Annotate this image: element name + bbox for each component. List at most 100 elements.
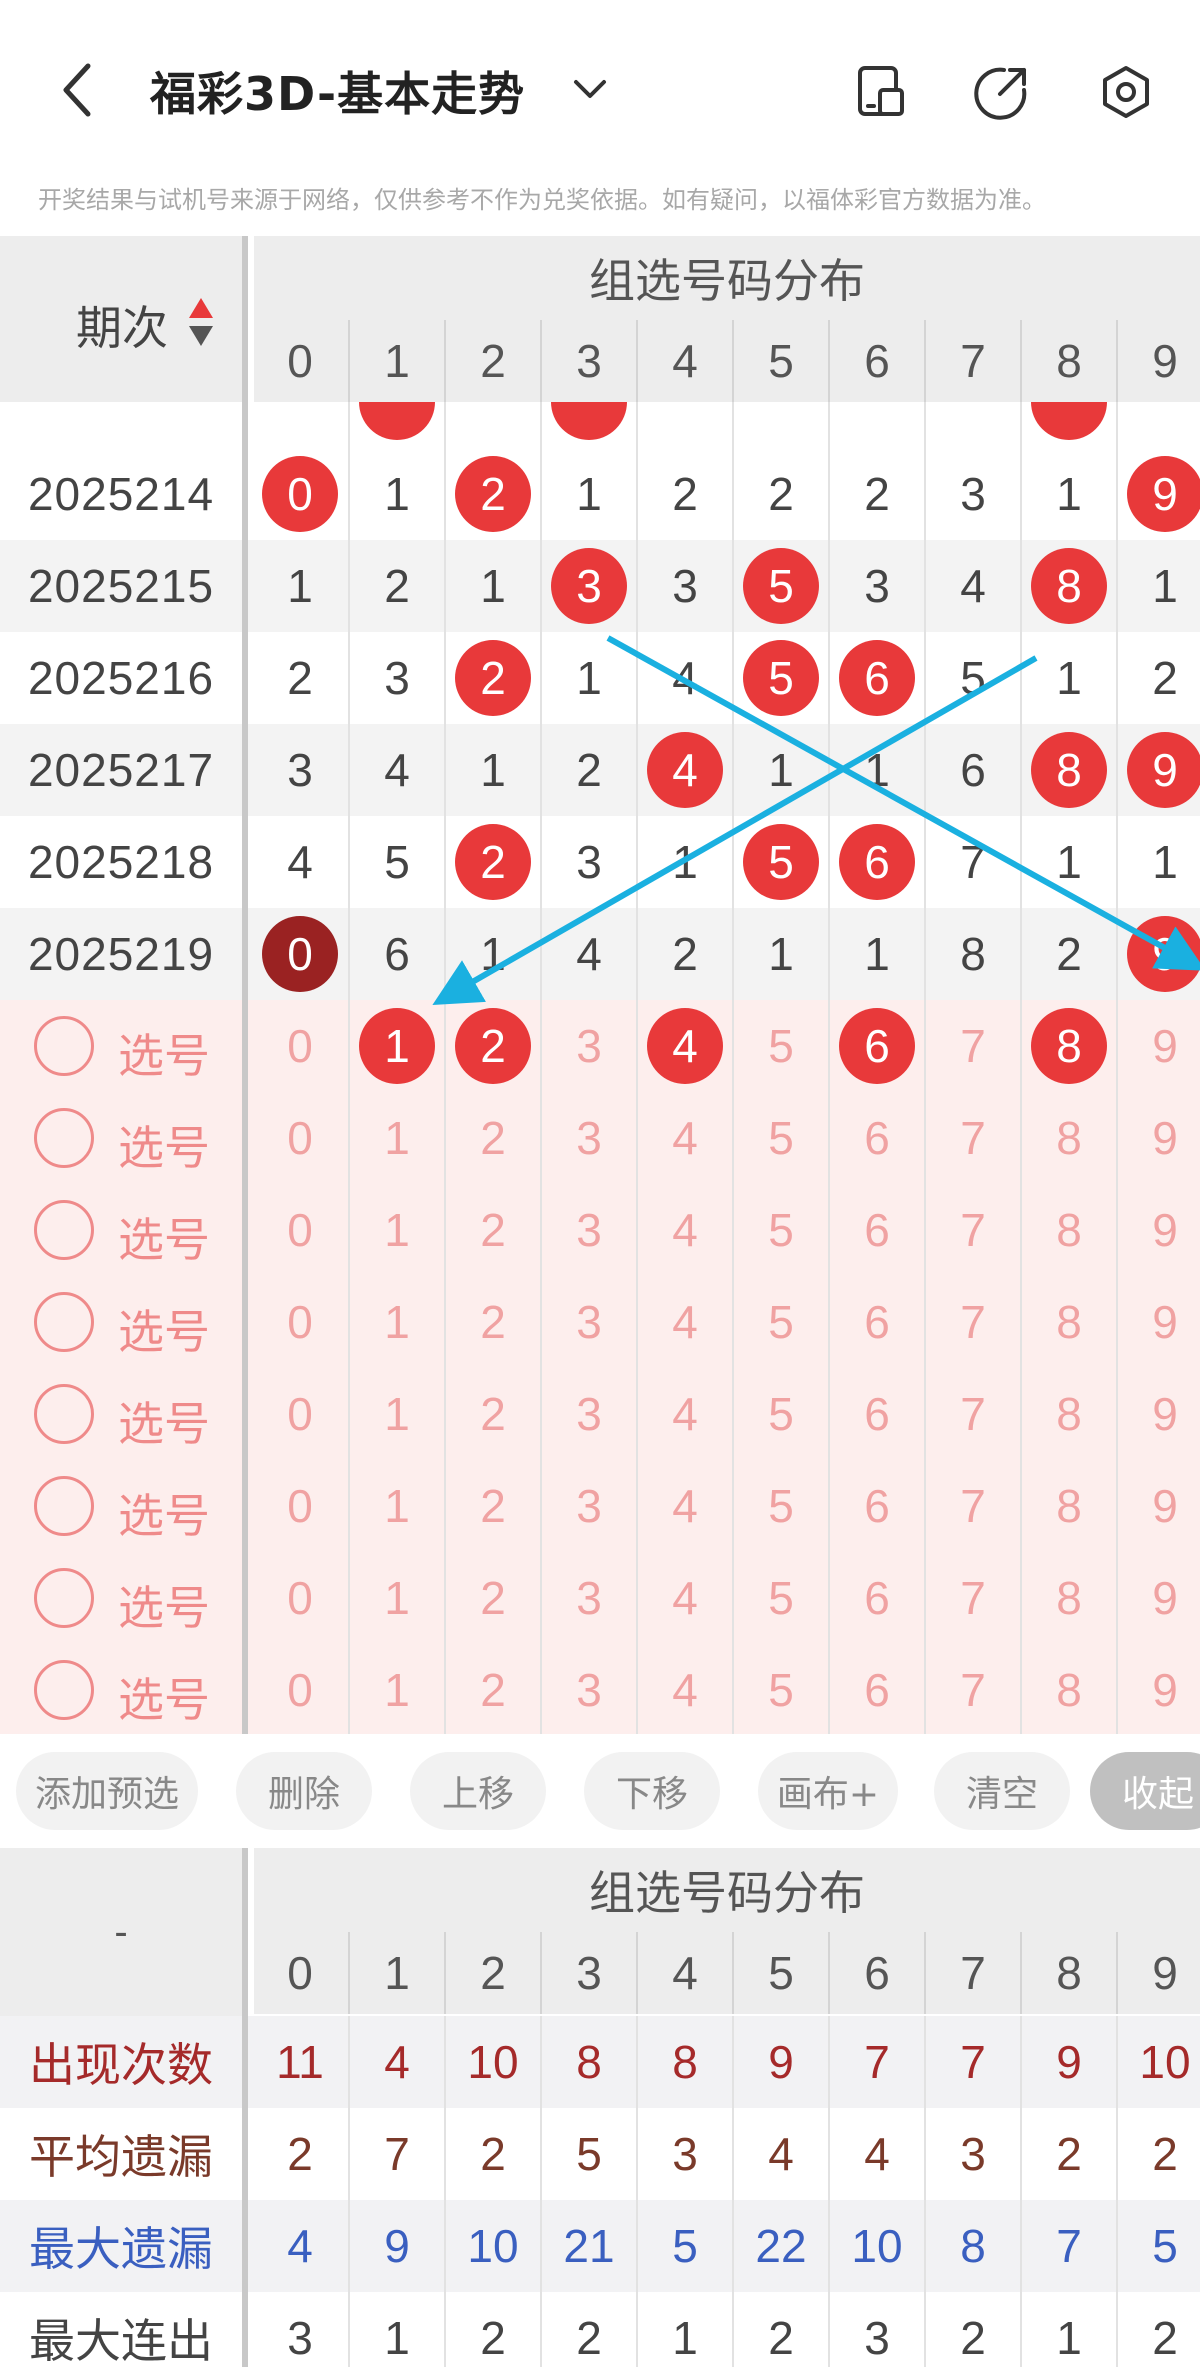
grid-cell[interactable]: 7 [924, 1184, 1020, 1276]
select-radio[interactable] [34, 1568, 94, 1628]
grid-cell[interactable]: 6 [828, 1184, 924, 1276]
grid-cell[interactable]: 0 [252, 1644, 348, 1734]
grid-cell[interactable]: 5 [732, 1276, 828, 1368]
grid-cell[interactable]: 6 [828, 1552, 924, 1644]
phone-button[interactable] [852, 62, 912, 122]
canvas-plus-button[interactable]: 画布+ [758, 1752, 898, 1830]
grid-cell[interactable]: 0 [252, 1552, 348, 1644]
grid-cell[interactable]: 7 [924, 1644, 1020, 1734]
grid-cell[interactable]: 7 [924, 1460, 1020, 1552]
grid-cell[interactable]: 1 [348, 1644, 444, 1734]
grid-cell[interactable]: 4 [636, 1552, 732, 1644]
grid-cell[interactable]: 3 [540, 1552, 636, 1644]
grid-cell[interactable]: 4 [636, 1644, 732, 1734]
grid-cell[interactable]: 4 [636, 1460, 732, 1552]
select-radio[interactable] [34, 1660, 94, 1720]
grid-cell[interactable]: 0 [252, 1368, 348, 1460]
select-row-label[interactable]: 选号 [0, 1276, 248, 1368]
collapse-button[interactable]: 收起 [1090, 1752, 1200, 1830]
grid-cell[interactable]: 3 [540, 1092, 636, 1184]
grid-cell[interactable]: 6 [828, 1276, 924, 1368]
grid-cell[interactable]: 2 [444, 1644, 540, 1734]
grid-cell[interactable]: 6 [828, 1460, 924, 1552]
select-row-label[interactable]: 选号 [0, 1368, 248, 1460]
grid-cell[interactable]: 0 [252, 1092, 348, 1184]
select-row-label[interactable]: 选号 [0, 1092, 248, 1184]
grid-cell[interactable]: 8 [1020, 1460, 1116, 1552]
grid-cell[interactable]: 0 [252, 1184, 348, 1276]
grid-cell[interactable]: 9 [1116, 1092, 1200, 1184]
grid-cell[interactable]: 9 [1116, 1276, 1200, 1368]
grid-cell[interactable]: 2 [444, 1184, 540, 1276]
grid-cell[interactable]: 7 [924, 1276, 1020, 1368]
grid-cell[interactable]: 9 [1116, 1460, 1200, 1552]
grid-cell[interactable]: 0 [252, 1000, 348, 1092]
grid-cell[interactable]: 5 [732, 1184, 828, 1276]
select-row-label[interactable]: 选号 [0, 1644, 248, 1734]
grid-cell[interactable]: 8 [1020, 1092, 1116, 1184]
grid-cell[interactable]: 2 [444, 1460, 540, 1552]
grid-cell[interactable]: 5 [732, 1552, 828, 1644]
grid-cell[interactable]: 5 [732, 1460, 828, 1552]
grid-cell[interactable]: 1 [348, 1552, 444, 1644]
grid-cell[interactable]: 4 [636, 1368, 732, 1460]
grid-cell[interactable]: 4 [636, 1184, 732, 1276]
move-up-button[interactable]: 上移 [410, 1752, 546, 1830]
grid-cell[interactable]: 3 [540, 1368, 636, 1460]
grid-cell[interactable]: 1 [348, 1368, 444, 1460]
grid-cell[interactable]: 2 [444, 1552, 540, 1644]
settings-button[interactable] [1096, 62, 1156, 122]
grid-cell[interactable]: 8 [1020, 1552, 1116, 1644]
grid-cell[interactable]: 3 [540, 1460, 636, 1552]
issue-column-header[interactable]: 期次 [0, 236, 248, 402]
clear-button[interactable]: 清空 [934, 1752, 1070, 1830]
grid-cell[interactable]: 6 [828, 1644, 924, 1734]
grid-cell[interactable]: 4 [636, 1276, 732, 1368]
grid-cell[interactable]: 7 [924, 1368, 1020, 1460]
grid-cell[interactable]: 0 [252, 1276, 348, 1368]
grid-cell[interactable]: 5 [732, 1000, 828, 1092]
page-title[interactable]: 福彩3D-基本走势 [150, 58, 525, 124]
grid-cell[interactable]: 3 [540, 1000, 636, 1092]
select-radio[interactable] [34, 1292, 94, 1352]
grid-cell[interactable]: 5 [732, 1368, 828, 1460]
grid-cell[interactable]: 4 [636, 1092, 732, 1184]
grid-cell[interactable]: 9 [1116, 1368, 1200, 1460]
share-button[interactable] [972, 62, 1032, 122]
select-radio[interactable] [34, 1476, 94, 1536]
grid-cell[interactable]: 3 [540, 1276, 636, 1368]
grid-cell[interactable]: 3 [540, 1644, 636, 1734]
sort-icon[interactable] [186, 294, 216, 350]
grid-cell[interactable]: 9 [1116, 1644, 1200, 1734]
grid-cell[interactable]: 6 [828, 1092, 924, 1184]
grid-cell[interactable]: 8 [1020, 1644, 1116, 1734]
grid-cell[interactable]: 8 [1020, 1276, 1116, 1368]
select-row-label[interactable]: 选号 [0, 1552, 248, 1644]
grid-cell[interactable]: 9 [1116, 1552, 1200, 1644]
grid-cell[interactable]: 7 [924, 1000, 1020, 1092]
move-down-button[interactable]: 下移 [584, 1752, 720, 1830]
select-radio[interactable] [34, 1384, 94, 1444]
grid-cell[interactable]: 2 [444, 1092, 540, 1184]
grid-cell[interactable]: 0 [252, 1460, 348, 1552]
select-row-label[interactable]: 选号 [0, 1184, 248, 1276]
grid-cell[interactable]: 1 [348, 1184, 444, 1276]
grid-cell[interactable]: 2 [444, 1368, 540, 1460]
grid-cell[interactable]: 1 [348, 1276, 444, 1368]
trend-grid[interactable]: 2025214 0 1 2 1 2 2 2 3 1 9 2025215 1 2 1 3 3 5 3 4 8 1 202521… [0, 236, 1200, 1734]
grid-cell[interactable]: 1 [348, 1092, 444, 1184]
title-dropdown[interactable] [570, 70, 630, 110]
grid-cell[interactable]: 8 [1020, 1184, 1116, 1276]
grid-cell[interactable]: 9 [1116, 1184, 1200, 1276]
grid-cell[interactable]: 8 [1020, 1368, 1116, 1460]
grid-cell[interactable]: 2 [444, 1276, 540, 1368]
select-row-label[interactable]: 选号 [0, 1000, 248, 1092]
grid-cell[interactable]: 5 [732, 1092, 828, 1184]
grid-cell[interactable]: 7 [924, 1092, 1020, 1184]
grid-cell[interactable]: 6 [828, 1368, 924, 1460]
back-button[interactable] [48, 60, 108, 120]
grid-cell[interactable]: 3 [540, 1184, 636, 1276]
delete-button[interactable]: 删除 [236, 1752, 372, 1830]
select-radio[interactable] [34, 1200, 94, 1260]
grid-cell[interactable]: 7 [924, 1552, 1020, 1644]
